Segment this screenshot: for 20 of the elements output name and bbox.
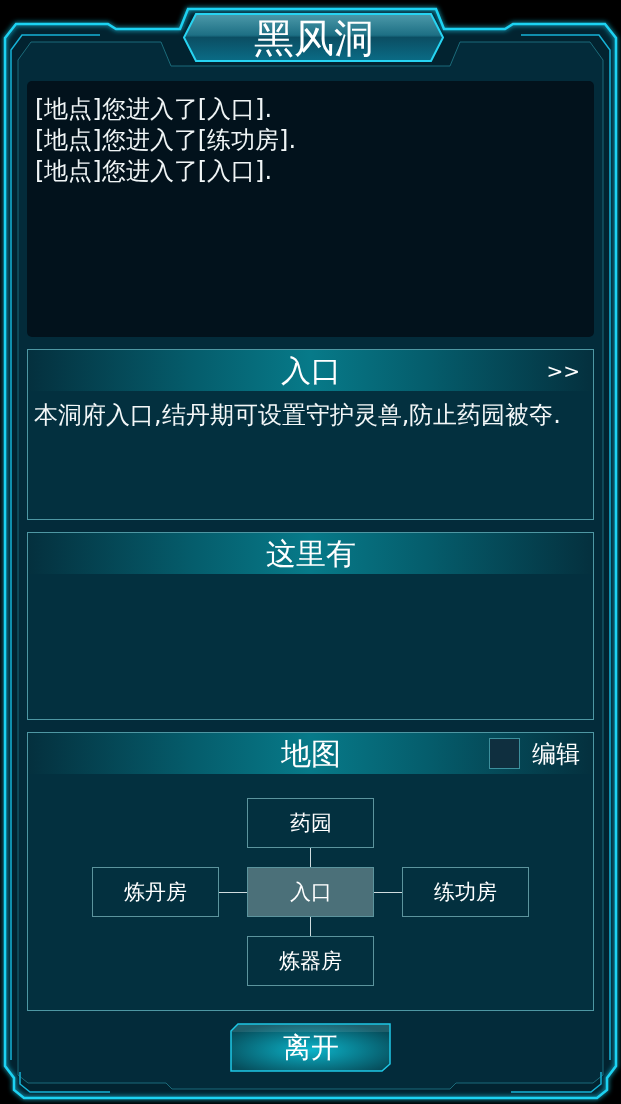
log-line: [地点]您进入了[练功房]. (35, 125, 298, 156)
connector-line (219, 891, 247, 893)
log-line: [地点]您进入了[入口]. (35, 156, 274, 187)
checkbox-label[interactable]: 编辑 (532, 741, 580, 766)
edit-checkbox[interactable] (489, 738, 520, 769)
panel-title: 这里有 (265, 538, 356, 569)
room-node[interactable]: 炼丹房 (92, 867, 219, 917)
room-node[interactable]: 练功房 (402, 867, 529, 917)
connector-line (310, 848, 311, 867)
room-node[interactable]: 药园 (247, 798, 374, 848)
room-node[interactable]: 炼器房 (247, 936, 374, 986)
more-button[interactable]: >> (546, 360, 580, 381)
room-node[interactable]: 入口 (247, 867, 374, 917)
connector-line (374, 891, 402, 893)
connector-line (310, 917, 311, 936)
panel-title: 入口 (280, 355, 341, 386)
log-line: [地点]您进入了[入口]. (35, 94, 274, 125)
description-text: 本洞府入口,结丹期可设置守护灵兽,防止药园被夺. (33, 400, 562, 431)
panel-title: 地图 (280, 738, 341, 769)
window-title: 黑风洞 (253, 17, 374, 58)
